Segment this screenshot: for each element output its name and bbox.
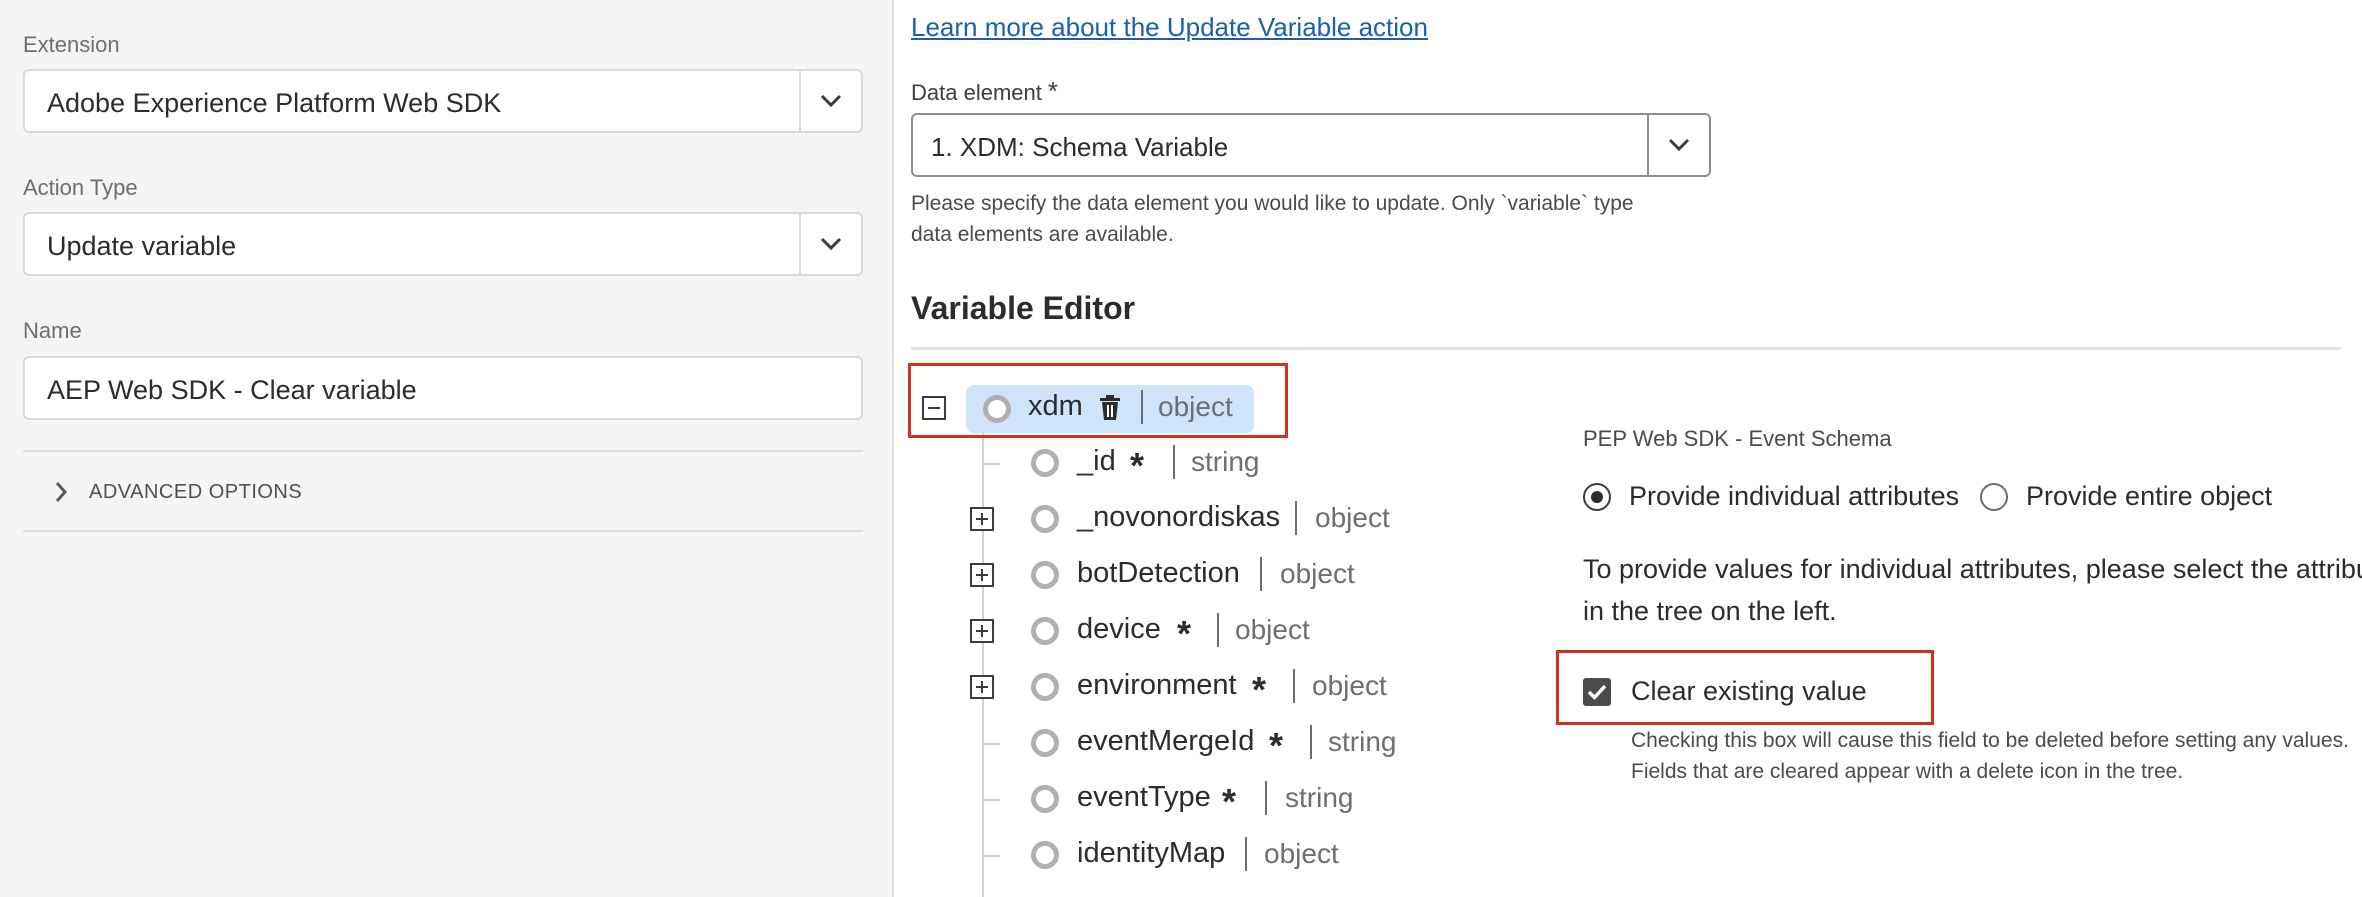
chevron-down-icon[interactable] — [799, 214, 861, 274]
separator — [1310, 725, 1312, 759]
tree-node-name: botDetection — [1077, 557, 1240, 589]
node-select-radio[interactable] — [1031, 617, 1059, 645]
data-element-picker[interactable]: 1. XDM: Schema Variable — [911, 113, 1711, 177]
chevron-down-icon[interactable] — [1647, 115, 1709, 175]
tree-node-type: string — [1191, 446, 1260, 477]
action-type-value: Update variable — [47, 231, 237, 261]
node-select-radio[interactable] — [1031, 561, 1059, 589]
data-element-help: Please specify the data element you woul… — [911, 192, 1634, 246]
tree-line — [982, 432, 984, 897]
extension-picker[interactable]: Adobe Experience Platform Web SDK — [23, 69, 863, 133]
schema-label: PEP Web SDK - Event Schema — [1583, 426, 1892, 451]
node-select-radio[interactable] — [1031, 449, 1059, 477]
highlight-box — [908, 363, 1288, 438]
separator — [1173, 445, 1175, 479]
divider — [23, 450, 863, 452]
tree-node-type: string — [1285, 782, 1354, 813]
advanced-options-toggle[interactable]: ADVANCED OPTIONS — [23, 470, 863, 514]
radio-provide-individual[interactable]: Provide individual attributes — [1583, 481, 1959, 512]
tree-node-name: _id — [1077, 445, 1116, 477]
tree-node-type: object — [1235, 614, 1310, 645]
radio-provide-entire[interactable]: Provide entire object — [1980, 481, 2272, 512]
tree-line — [982, 743, 1000, 745]
divider — [911, 347, 2341, 350]
extension-value: Adobe Experience Platform Web SDK — [47, 88, 502, 118]
required-icon: * — [1222, 781, 1237, 822]
node-select-radio[interactable] — [1031, 505, 1059, 533]
tree-node-type: string — [1328, 726, 1397, 757]
tree-node-name: eventType — [1077, 781, 1211, 813]
separator — [1265, 781, 1267, 815]
name-label: Name — [23, 318, 82, 343]
attributes-help: To provide values for individual attribu… — [1583, 554, 2362, 626]
node-select-radio[interactable] — [1031, 841, 1059, 869]
separator — [1260, 557, 1262, 591]
radio-label: Provide individual attributes — [1629, 481, 1960, 511]
separator — [1295, 501, 1297, 535]
tree-node-name: _novonordiskas — [1077, 501, 1281, 533]
radio-label: Provide entire object — [2026, 481, 2273, 511]
tree-node-type: object — [1264, 838, 1339, 869]
data-element-value: 1. XDM: Schema Variable — [931, 132, 1229, 162]
tree-node-type: object — [1280, 558, 1355, 589]
expand-icon[interactable] — [970, 619, 994, 643]
radio-selected-icon[interactable] — [1583, 482, 1611, 511]
node-select-radio[interactable] — [1031, 785, 1059, 813]
required-icon: * — [1269, 725, 1284, 766]
tree-node-type: object — [1312, 670, 1387, 701]
tree-node-name: device — [1077, 613, 1161, 645]
required-icon: * — [1130, 445, 1145, 486]
chevron-down-icon[interactable] — [799, 71, 861, 131]
separator — [1245, 837, 1247, 871]
tree-line — [982, 463, 1000, 465]
name-value: AEP Web SDK - Clear variable — [47, 375, 417, 405]
advanced-options-label: ADVANCED OPTIONS — [89, 480, 303, 503]
chevron-right-icon — [43, 474, 79, 510]
clear-existing-help: Checking this box will cause this field … — [1631, 729, 2349, 783]
clear-existing-label: Clear existing value — [1631, 676, 1867, 706]
node-select-radio[interactable] — [1031, 729, 1059, 757]
separator — [1217, 613, 1219, 647]
name-field[interactable]: AEP Web SDK - Clear variable — [23, 356, 863, 420]
divider — [23, 530, 863, 532]
action-type-label: Action Type — [23, 175, 138, 200]
radio-unselected-icon[interactable] — [1980, 482, 2008, 511]
tree-line — [982, 855, 1000, 857]
clear-existing-checkbox[interactable] — [1583, 678, 1611, 706]
required-icon: * — [1047, 76, 1058, 106]
tree-line — [982, 799, 1000, 801]
learn-more-link[interactable]: Learn more about the Update Variable act… — [911, 12, 1428, 43]
expand-icon[interactable] — [970, 507, 994, 531]
tree-node-name: eventMergeId — [1077, 725, 1255, 757]
required-icon: * — [1252, 669, 1267, 710]
data-element-label: Data element * — [911, 76, 1058, 106]
tree-node-name: environment — [1077, 669, 1237, 701]
expand-icon[interactable] — [970, 563, 994, 587]
variable-editor-title: Variable Editor — [911, 290, 1136, 326]
tree-node-type: object — [1315, 502, 1390, 533]
node-select-radio[interactable] — [1031, 673, 1059, 701]
expand-icon[interactable] — [970, 675, 994, 699]
required-icon: * — [1177, 613, 1192, 654]
action-type-picker[interactable]: Update variable — [23, 212, 863, 276]
checkmark-icon — [1587, 684, 1607, 701]
left-panel: Extension Adobe Experience Platform Web … — [0, 0, 894, 897]
separator — [1293, 669, 1295, 703]
extension-label: Extension — [23, 32, 120, 57]
tree-node-name: identityMap — [1077, 837, 1226, 869]
